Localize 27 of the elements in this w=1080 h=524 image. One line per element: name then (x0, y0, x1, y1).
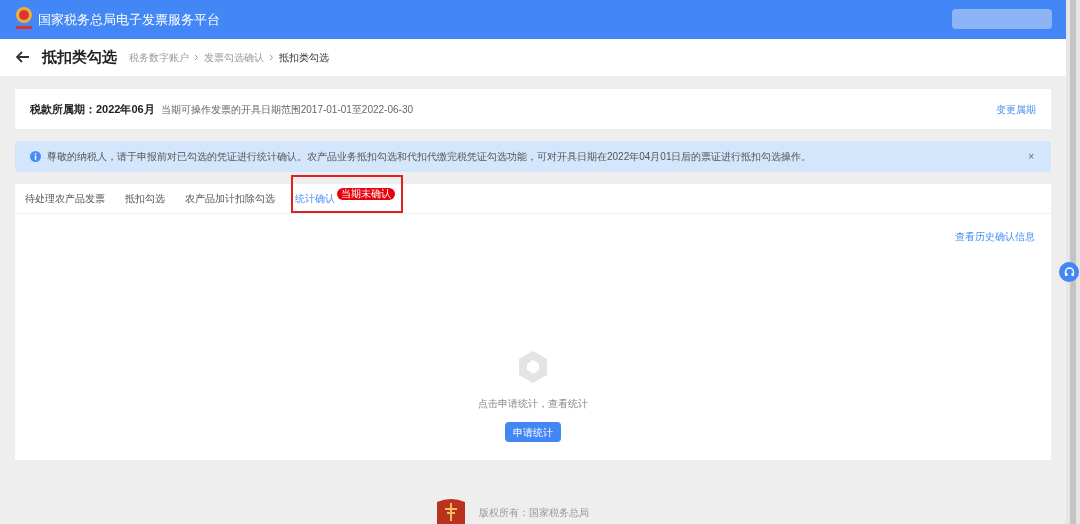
support-headset-icon[interactable] (1059, 262, 1079, 282)
apply-statistics-button[interactable]: 申请统计 (505, 422, 561, 442)
copyright-text: 版权所有：国家税务总局 (479, 506, 589, 520)
info-icon (30, 151, 41, 162)
chevron-icon (269, 54, 274, 61)
current-page-label: 抵扣类勾选 (279, 51, 329, 65)
tax-logo-icon (437, 498, 465, 524)
breadcrumb-link[interactable]: 发票勾选确认 (204, 50, 264, 65)
tab[interactable]: 抵扣勾选 (125, 194, 165, 204)
scrollbar[interactable] (1066, 0, 1080, 524)
notice-text: 尊敬的纳税人，请于申报前对已勾选的凭证进行统计确认。农产品业务抵扣勾选和代扣代缴完税凭证勾选功能，可对开具日期在2022年04月01日后的票证进行抵扣勾选操作。 (47, 150, 812, 164)
period-label: 税款所属期：2022年06月 (30, 101, 155, 117)
history-link[interactable]: 查看历史确认信息 (955, 229, 1035, 244)
empty-box-icon (517, 350, 549, 384)
close-button[interactable]: × (1028, 149, 1034, 164)
breadcrumb-link[interactable]: 税务数字账户 (129, 50, 189, 65)
status-badge: 当期未确认 (337, 188, 395, 200)
period-range: 当期可操作发票的开具日期范围2017-01-01至2022-06-30 (160, 102, 414, 117)
tab[interactable]: 待处理农产品发票 (25, 194, 105, 204)
platform-title: 国家税务总局电子发票服务平台 (38, 10, 220, 29)
tab[interactable]: 农产品加计扣除勾选 (185, 194, 275, 204)
chevron-icon (194, 54, 199, 61)
tab[interactable]: 统计确认 (295, 194, 335, 204)
empty-message: 点击申请统计，查看统计 (478, 397, 588, 411)
page-title: 抵扣类勾选 (42, 47, 117, 68)
change-period-link[interactable]: 变更属期 (996, 101, 1036, 117)
back-arrow-icon[interactable] (16, 51, 30, 64)
